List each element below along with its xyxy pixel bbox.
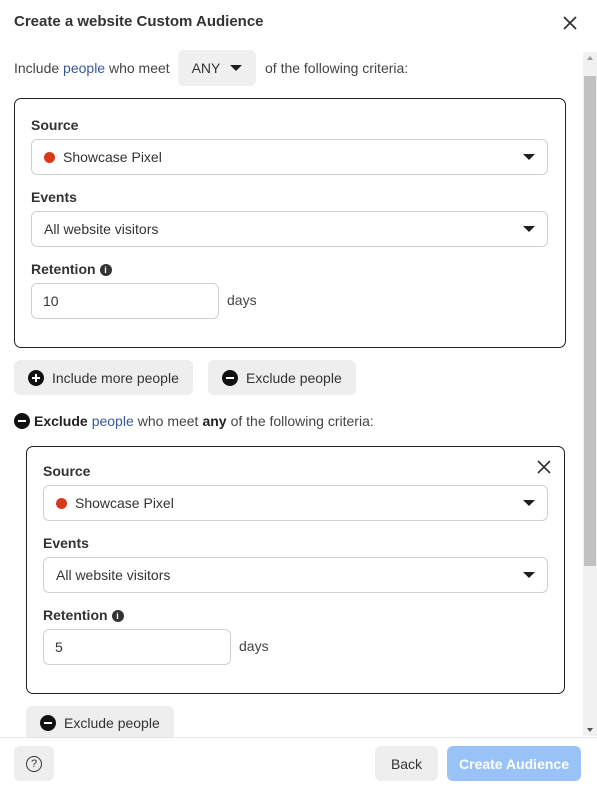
help-button[interactable]: ? [14, 746, 54, 781]
exclude-label: Exclude people [64, 715, 160, 731]
exclude-source-select[interactable]: Showcase Pixel [43, 485, 548, 521]
help-icon: ? [26, 755, 42, 772]
events-label: Events [31, 189, 77, 205]
minus-circle-icon [222, 369, 238, 386]
exclude-people-button[interactable]: Exclude people [208, 360, 356, 395]
include-suffix: of the following criteria: [265, 60, 409, 76]
source-value: Showcase Pixel [75, 495, 174, 511]
exclude-retention-input[interactable] [43, 629, 231, 665]
match-dropdown[interactable]: ANY [178, 50, 256, 86]
minus-circle-icon [40, 715, 56, 731]
exclude-match-value: any [202, 413, 227, 429]
retention-label: Retention i [31, 261, 112, 277]
dialog-footer: ? Back Create Audience [0, 737, 597, 788]
exclude-prefix: Exclude [34, 413, 88, 429]
pixel-status-dot-icon [56, 497, 67, 509]
plus-circle-icon [28, 369, 44, 386]
retention-label-text: Retention [31, 261, 96, 277]
source-value: Showcase Pixel [63, 149, 162, 165]
events-value: All website visitors [56, 567, 171, 583]
info-icon[interactable]: i [99, 264, 112, 276]
exclude-middle: who meet [137, 413, 199, 429]
retention-label-text: Retention [43, 607, 108, 623]
retention-label: Retention i [43, 607, 124, 623]
source-label: Source [31, 117, 79, 133]
scrollbar-thumb[interactable] [584, 76, 596, 566]
events-select[interactable]: All website visitors [31, 211, 548, 247]
caret-down-icon [523, 154, 535, 160]
people-link[interactable]: people [63, 60, 105, 76]
close-icon[interactable] [560, 13, 580, 33]
include-prefix: Include [14, 60, 60, 76]
caret-down-icon [523, 572, 535, 578]
info-icon[interactable]: i [111, 610, 124, 622]
include-criteria-line: Include people who meet [14, 60, 170, 76]
caret-down-icon [230, 65, 243, 71]
exclude-suffix: of the following criteria: [230, 413, 374, 429]
include-more-people-button[interactable]: Include more people [14, 360, 193, 395]
remove-exclusion-close-icon[interactable] [536, 459, 552, 475]
include-middle: who meet [108, 60, 170, 76]
include-more-label: Include more people [52, 369, 179, 386]
minus-circle-icon[interactable] [14, 413, 30, 429]
source-select[interactable]: Showcase Pixel [31, 139, 548, 175]
exclude-events-select[interactable]: All website visitors [43, 557, 548, 593]
events-value: All website visitors [44, 221, 159, 237]
exclude-criteria-line: Exclude people who meet any of the follo… [14, 413, 374, 429]
retention-unit: days [227, 292, 257, 308]
source-label: Source [43, 463, 91, 479]
scrollbar[interactable] [583, 52, 597, 736]
back-button[interactable]: Back [375, 746, 438, 781]
events-label: Events [43, 535, 89, 551]
create-audience-button[interactable]: Create Audience [447, 746, 581, 781]
dialog-title: Create a website Custom Audience [14, 13, 264, 30]
pixel-status-dot-icon [44, 151, 55, 163]
caret-down-icon [523, 226, 535, 232]
retention-unit: days [239, 638, 269, 654]
exclude-label: Exclude people [246, 369, 342, 386]
match-value: ANY [191, 60, 221, 76]
retention-input[interactable] [31, 283, 219, 319]
caret-down-icon [523, 500, 535, 506]
people-link[interactable]: people [92, 413, 134, 429]
